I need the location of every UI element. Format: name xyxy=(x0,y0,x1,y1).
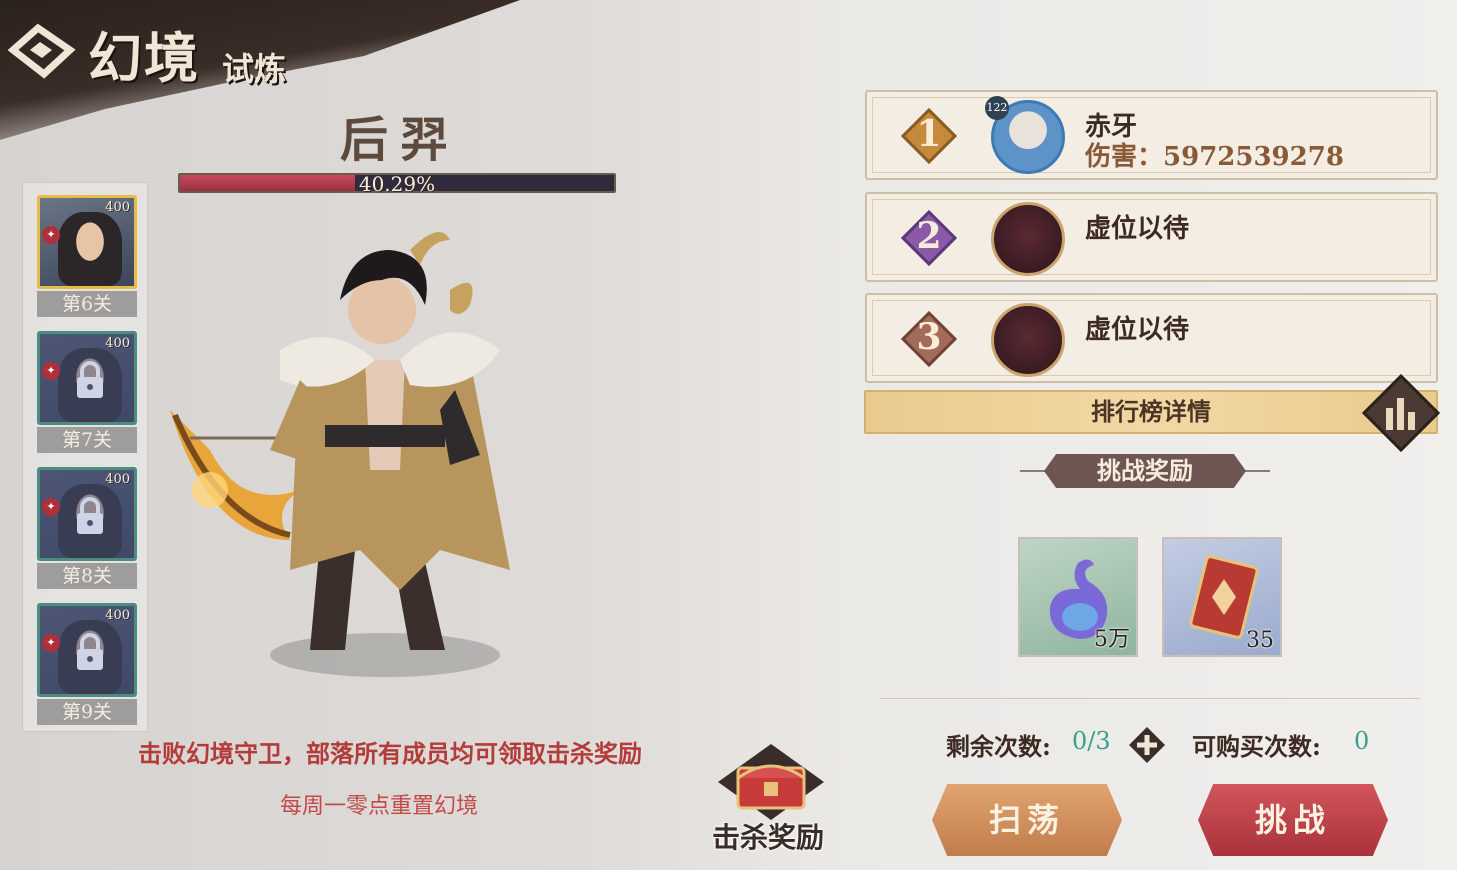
reward-item-2[interactable]: 35 xyxy=(1162,537,1282,657)
weekly-reset-notice: 每周一零点重置幻境 xyxy=(280,794,479,819)
defeat-reward-notice: 击败幻境守卫，部落所有成员均可领取击杀奖励 xyxy=(138,739,642,768)
stage-item-9[interactable]: 400 ✦ 第9关 xyxy=(37,603,139,729)
stage-list[interactable]: 400 ✦ 第6关 400 ✦ 第7关 400 ✦ 第8关 400 ✦ 第9关 xyxy=(22,182,148,732)
kill-reward-label: 击杀奖励 xyxy=(712,821,825,854)
section-divider xyxy=(1242,470,1270,472)
lock-icon xyxy=(77,361,103,398)
stage-level: 400 xyxy=(105,608,130,623)
reward-item-1[interactable]: 5万 xyxy=(1018,537,1138,657)
stage-item-8[interactable]: 400 ✦ 第8关 xyxy=(37,467,139,593)
boss-hero-figure xyxy=(170,232,510,677)
mode-logo-icon xyxy=(8,23,76,79)
rank-number: 1 xyxy=(916,113,942,155)
stage-label: 第7关 xyxy=(37,427,137,453)
ranking-row-3[interactable]: 3 虚位以待 xyxy=(865,293,1438,383)
reward-quantity: 5万 xyxy=(1094,627,1130,652)
rank-damage: 伤害：5972539278 xyxy=(1085,136,1344,173)
rank-number: 2 xyxy=(916,215,942,257)
stage-label: 第8关 xyxy=(37,563,137,589)
reward-quantity: 35 xyxy=(1246,628,1274,653)
ranking-chart-icon[interactable] xyxy=(1362,374,1440,452)
rank-vacant-text: 虚位以待 xyxy=(1085,315,1190,345)
card-pack-icon xyxy=(1189,555,1259,639)
avatar-placeholder xyxy=(991,303,1065,377)
stage-card: 400 ✦ xyxy=(37,195,137,289)
rank-number: 3 xyxy=(916,316,942,358)
challenge-reward-title: 挑战奖励 xyxy=(1044,454,1246,488)
stage-level: 400 xyxy=(105,336,130,351)
stage-item-6[interactable]: 400 ✦ 第6关 xyxy=(37,195,139,321)
damage-label: 伤害： xyxy=(1085,142,1164,172)
stage-label: 第9关 xyxy=(37,699,137,725)
ranking-row-1[interactable]: 1 122 赤牙 伤害：5972539278 xyxy=(865,90,1438,180)
stage-card: 400 ✦ xyxy=(37,603,137,697)
lock-icon xyxy=(77,497,103,534)
boss-hp-bar: 40.29% xyxy=(178,172,616,196)
stage-item-7[interactable]: 400 ✦ 第7关 xyxy=(37,331,139,457)
stage-hero-portrait xyxy=(58,212,122,286)
stage-badge-icon: ✦ xyxy=(42,226,60,244)
remaining-attempts-value: 0/3 xyxy=(1072,727,1111,755)
ranking-row-2[interactable]: 2 虚位以待 xyxy=(865,192,1438,282)
stage-label: 第6关 xyxy=(37,291,137,317)
stage-level: 400 xyxy=(105,472,130,487)
stage-badge-icon: ✦ xyxy=(42,498,60,516)
add-attempts-button[interactable] xyxy=(1128,726,1166,764)
damage-value: 5972539278 xyxy=(1163,142,1344,172)
mode-subtitle: 试炼 xyxy=(222,50,287,88)
ranking-detail-button[interactable]: 排行榜详情 xyxy=(864,390,1438,434)
boss-hp-percent: 40.29% xyxy=(358,172,436,196)
avatar-level: 122 xyxy=(985,96,1009,120)
stage-card: 400 ✦ xyxy=(37,331,137,425)
section-divider xyxy=(1020,470,1048,472)
lock-icon xyxy=(77,633,103,670)
purchasable-attempts-value: 0 xyxy=(1354,727,1370,755)
treasure-chest-icon[interactable] xyxy=(716,742,826,822)
rank-vacant-text: 虚位以待 xyxy=(1085,214,1190,244)
challenge-button[interactable]: 挑战 xyxy=(1198,784,1388,856)
stage-card: 400 ✦ xyxy=(37,467,137,561)
stage-badge-icon: ✦ xyxy=(42,362,60,380)
divider xyxy=(880,698,1420,699)
sweep-button[interactable]: 扫荡 xyxy=(932,784,1122,856)
mode-title: 幻境 xyxy=(88,26,200,90)
stage-level: 400 xyxy=(105,200,130,215)
boss-name: 后羿 xyxy=(340,112,461,168)
avatar-placeholder xyxy=(991,202,1065,276)
purchasable-attempts-label: 可购买次数: xyxy=(1192,732,1321,761)
remaining-attempts-label: 剩余次数: xyxy=(946,732,1051,761)
stage-badge-icon: ✦ xyxy=(42,634,60,652)
